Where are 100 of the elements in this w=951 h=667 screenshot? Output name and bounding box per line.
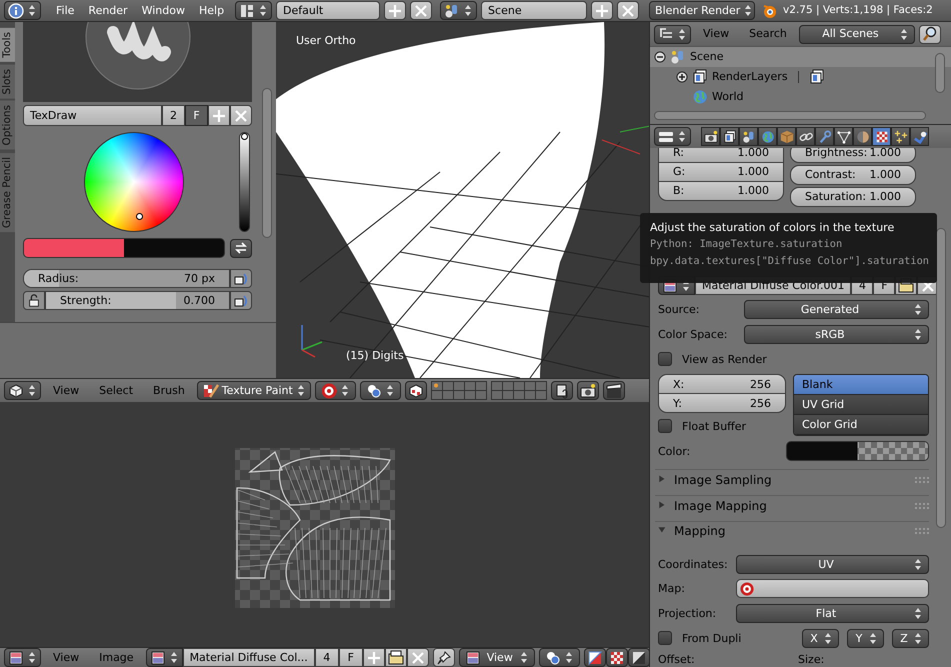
lock-camera-button[interactable]	[550, 381, 573, 400]
properties-tab[interactable]	[891, 127, 910, 146]
image-browse-button[interactable]	[146, 648, 183, 667]
close-button[interactable]	[410, 1, 432, 20]
outliner-row[interactable]: Scene	[650, 47, 951, 67]
color-space-dropdown[interactable]: sRGB	[744, 325, 929, 344]
close-button[interactable]	[230, 105, 252, 126]
menu-item[interactable]: Select	[91, 384, 142, 398]
add-button[interactable]	[384, 1, 406, 20]
color-swatch[interactable]	[23, 238, 225, 258]
expand-toggle[interactable]	[654, 51, 666, 63]
pivot-dropdown[interactable]	[360, 381, 401, 400]
animation-render-button[interactable]	[602, 381, 625, 400]
number-field[interactable]: Saturation: 1.000	[790, 187, 916, 207]
mode-dropdown[interactable]: Texture Paint	[196, 381, 311, 400]
render-button[interactable]	[576, 381, 599, 400]
image-name-field[interactable]: Material Diffuse Col...	[182, 648, 315, 667]
checker-button[interactable]	[606, 648, 628, 667]
scene-menu-button[interactable]	[440, 1, 478, 20]
outliner-row[interactable]: World	[650, 87, 951, 107]
scrollbar[interactable]	[654, 111, 926, 120]
number-field[interactable]: Contrast: 1.000	[790, 165, 916, 185]
properties-tab[interactable]	[872, 127, 891, 146]
value-slider[interactable]: Radius: 70 px	[23, 269, 230, 288]
menu-item[interactable]: Window	[136, 4, 190, 18]
layout-field[interactable]: Default	[276, 1, 380, 20]
menu-item[interactable]: View	[45, 650, 88, 664]
new-image-button[interactable]	[362, 648, 385, 667]
paint-mask-button[interactable]	[404, 381, 427, 400]
generated-type-option[interactable]: UV Grid	[794, 395, 928, 416]
coordinates-dropdown[interactable]: UV	[736, 554, 929, 574]
value-slider[interactable]	[239, 132, 250, 232]
paint-mode-button[interactable]	[584, 648, 606, 667]
checkbox[interactable]	[658, 419, 672, 434]
scrollbar[interactable]	[936, 228, 946, 528]
scene-filter-dropdown[interactable]: All Scenes	[798, 24, 915, 44]
outliner-row[interactable]: RenderLayers	[650, 67, 951, 87]
panel-header[interactable]: Mapping	[655, 520, 929, 542]
fake-user-button[interactable]: F	[185, 105, 208, 126]
menu-item[interactable]: Help	[194, 4, 230, 18]
lock-button[interactable]	[23, 291, 45, 310]
value-slider[interactable]: Strength: 0.700	[45, 291, 230, 310]
render-engine-dropdown[interactable]: Blender Render	[649, 1, 756, 20]
brush-name-field[interactable]: TexDraw	[23, 105, 162, 126]
number-field[interactable]: R: 1.000	[658, 148, 784, 163]
number-field[interactable]: G: 1.000	[658, 162, 784, 182]
source-dropdown[interactable]: Generated	[744, 300, 929, 320]
properties-tab[interactable]	[796, 127, 815, 146]
properties-tab[interactable]	[739, 127, 758, 146]
color-field[interactable]	[786, 441, 929, 462]
pressure-button[interactable]	[230, 269, 252, 288]
pivot-dropdown[interactable]	[538, 648, 580, 667]
mask-button[interactable]	[628, 648, 650, 667]
generated-type-option[interactable]: Blank	[794, 375, 928, 396]
editor-type-button[interactable]	[4, 381, 41, 400]
number-field[interactable]: X: 256	[658, 374, 786, 394]
generated-type-option[interactable]: Color Grid	[794, 415, 928, 436]
add-button[interactable]	[591, 1, 614, 20]
open-image-button[interactable]	[384, 648, 407, 667]
axis-dropdown[interactable]: Y	[847, 628, 884, 648]
menu-item[interactable]: Brush	[145, 384, 193, 398]
scene-field[interactable]: Scene	[481, 1, 588, 20]
properties-tab[interactable]	[701, 127, 720, 146]
menu-item[interactable]: Search	[741, 27, 795, 41]
editor-type-button[interactable]	[654, 24, 691, 44]
close-button[interactable]	[406, 648, 429, 667]
slider-handle[interactable]	[241, 133, 248, 140]
projection-dropdown[interactable]: Flat	[736, 604, 929, 624]
swap-colors-button[interactable]	[230, 238, 252, 258]
properties-tab[interactable]	[834, 127, 853, 146]
pin-button[interactable]	[432, 648, 455, 667]
scrollbar[interactable]	[935, 53, 945, 93]
properties-tab[interactable]	[758, 127, 777, 146]
menu-item[interactable]: Image	[91, 650, 142, 664]
number-field[interactable]: B: 1.000	[658, 181, 784, 201]
properties-tab[interactable]	[910, 127, 929, 146]
pressure-button[interactable]	[230, 291, 252, 310]
axis-dropdown[interactable]: Z	[892, 628, 929, 648]
expand-toggle[interactable]	[676, 71, 688, 83]
menu-item[interactable]: View	[695, 27, 738, 41]
menu-item[interactable]: View	[45, 384, 88, 398]
properties-tab[interactable]	[720, 127, 739, 146]
panel-header[interactable]: Image Mapping	[655, 494, 929, 516]
editor-type-button[interactable]	[654, 127, 691, 146]
scrollbar[interactable]	[262, 88, 272, 238]
axis-dropdown[interactable]: X	[802, 628, 839, 648]
search-button[interactable]	[918, 24, 941, 44]
user-count[interactable]: 4	[314, 648, 339, 667]
menu-item[interactable]: File	[51, 4, 80, 18]
shading-dropdown[interactable]	[314, 381, 356, 400]
editor-type-button[interactable]	[4, 648, 41, 667]
layout-menu-button[interactable]	[235, 1, 272, 20]
number-field[interactable]: Y: 256	[658, 393, 786, 414]
editor-type-button[interactable]	[4, 1, 41, 20]
panel-header[interactable]: Image Sampling	[655, 469, 929, 490]
view-mode-dropdown[interactable]: View	[458, 648, 535, 667]
checkbox[interactable]	[658, 631, 672, 646]
number-field[interactable]: Brightness: 1.000	[790, 148, 916, 163]
properties-tab[interactable]	[853, 127, 872, 146]
add-button[interactable]	[208, 105, 230, 126]
